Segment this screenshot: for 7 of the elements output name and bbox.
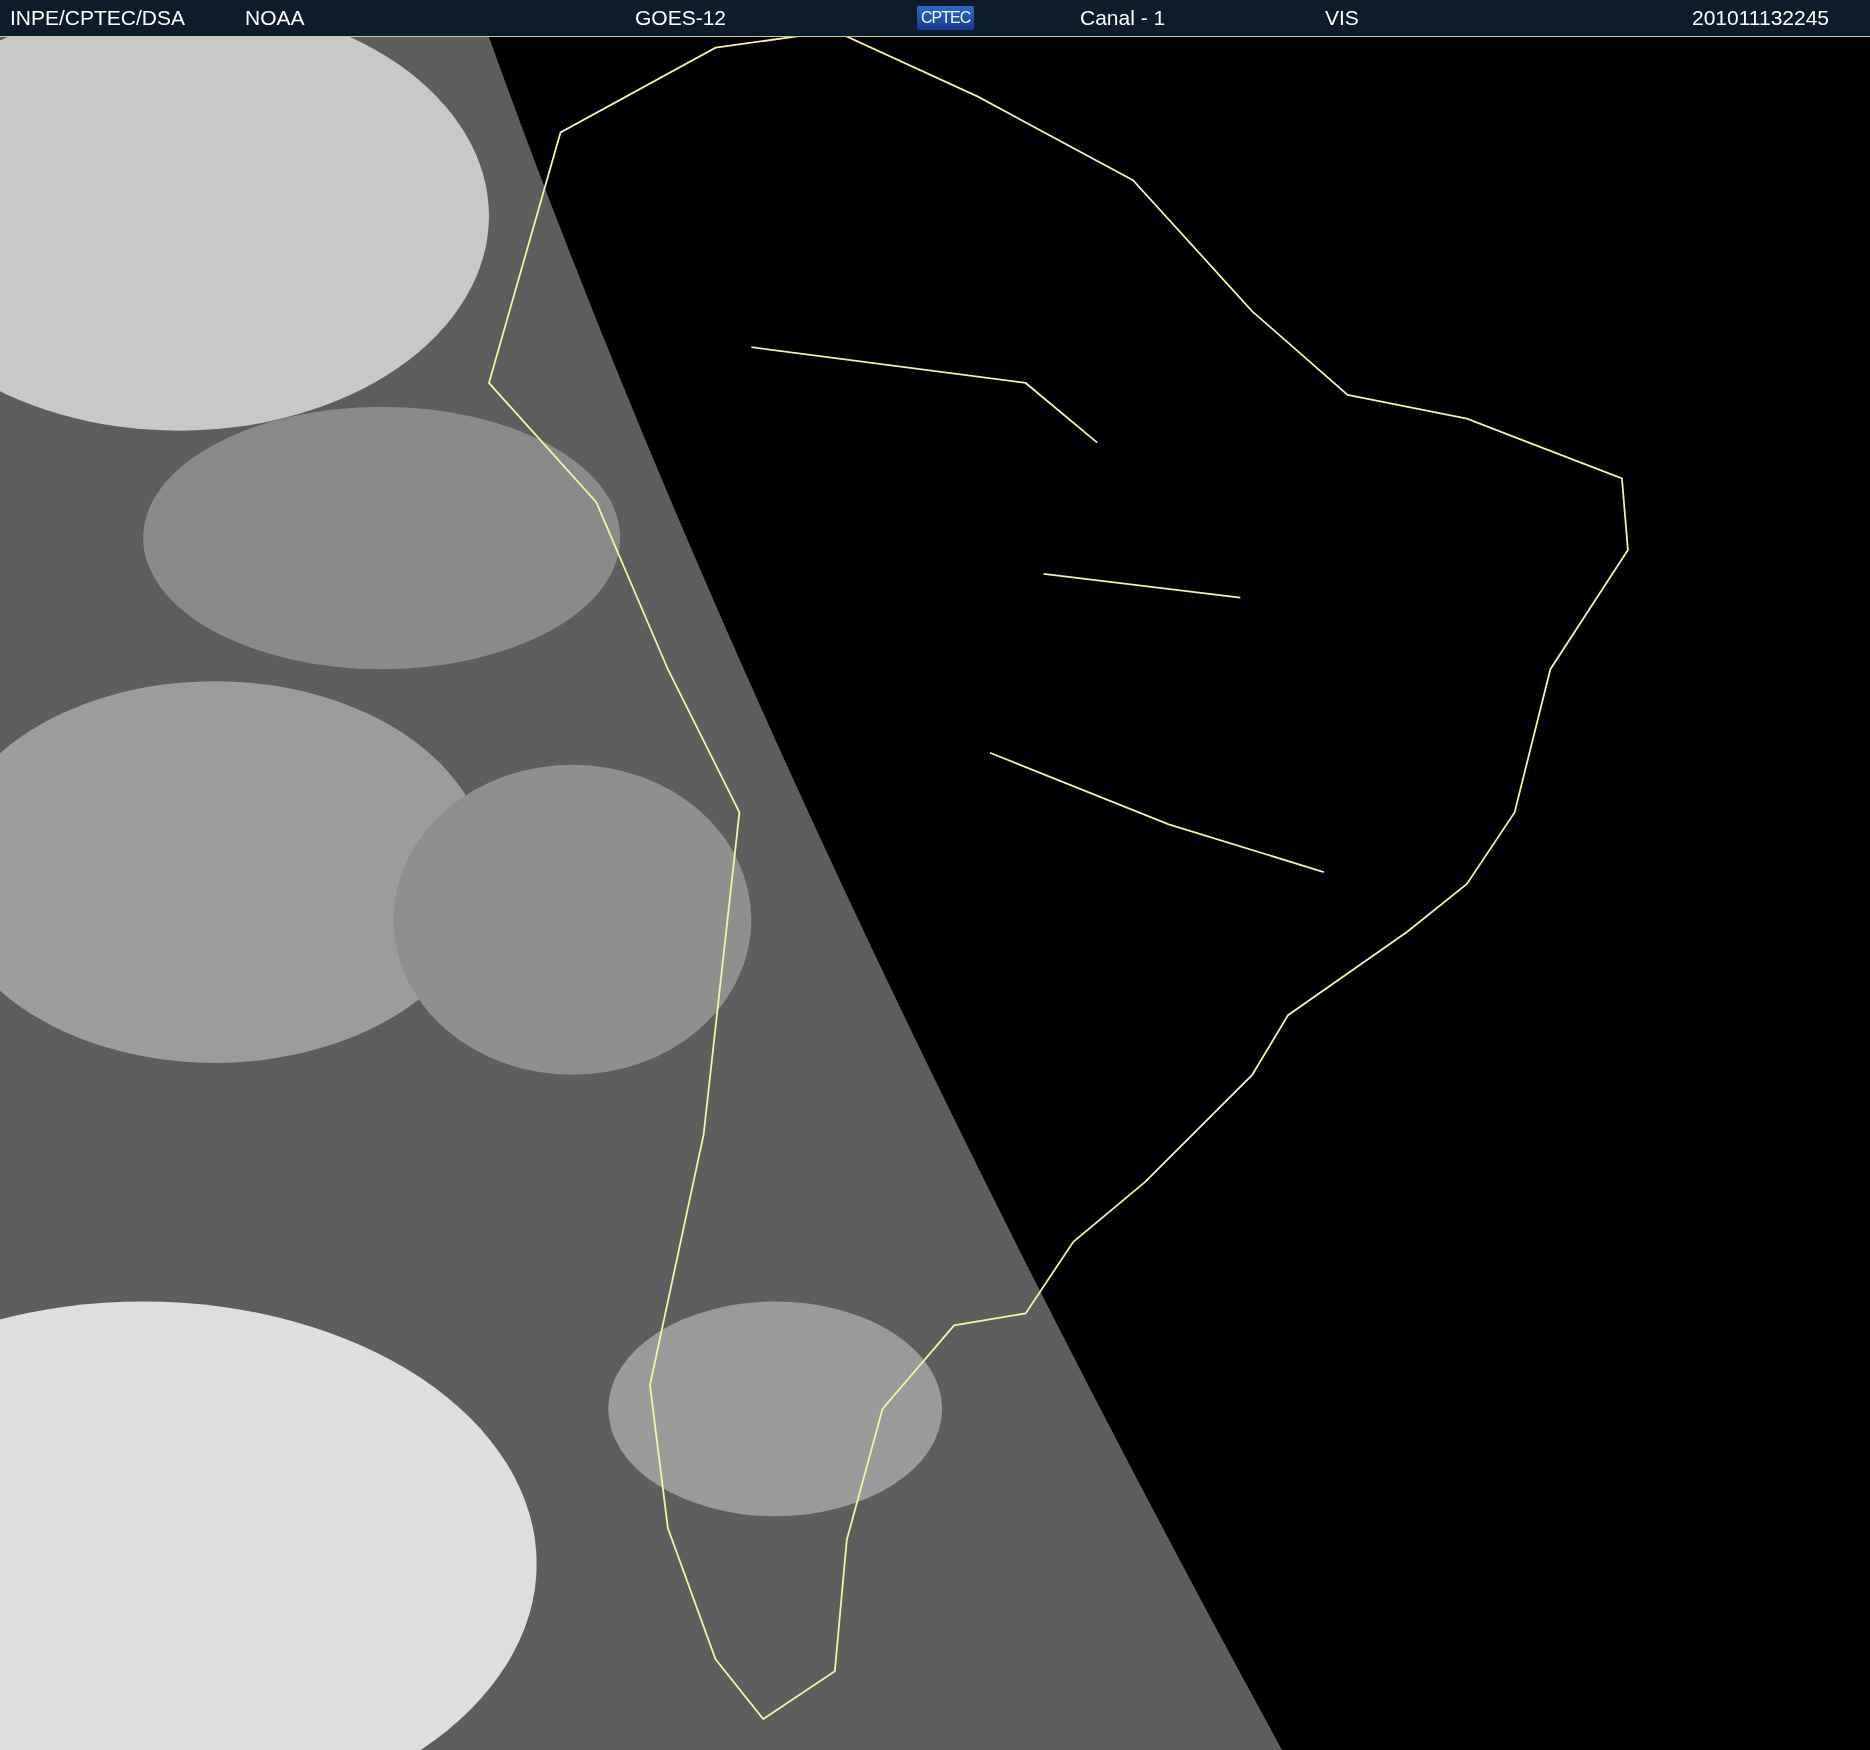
header-label: Canal - 1 <box>1080 6 1166 30</box>
header-label: INPE/CPTEC/DSA <box>10 6 186 30</box>
logo: CPTEC <box>917 6 975 30</box>
header-label: 201011132245 <box>1692 6 1830 30</box>
header-label: VIS <box>1325 6 1359 30</box>
header-label: GOES-12 <box>635 6 727 30</box>
header-label: NOAA <box>245 6 305 30</box>
